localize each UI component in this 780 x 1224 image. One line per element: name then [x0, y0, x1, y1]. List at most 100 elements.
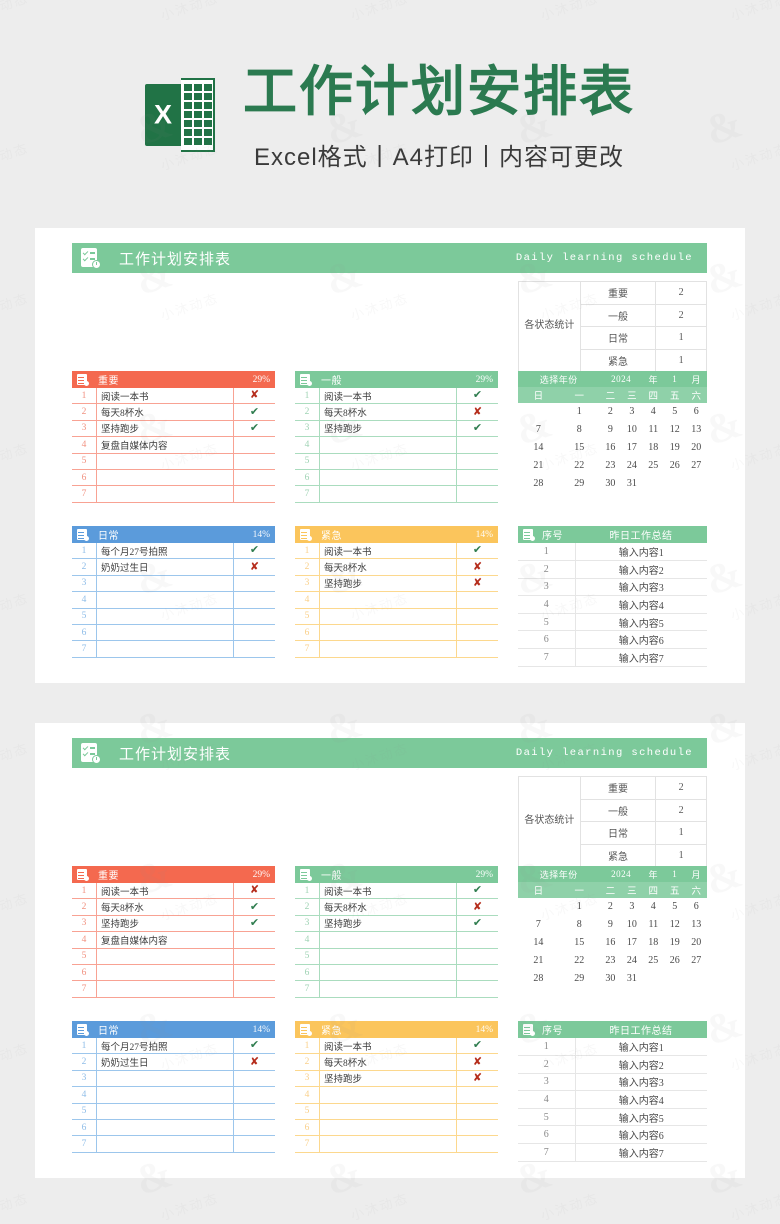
task-text[interactable]: 复盘自媒体内容 [96, 932, 233, 948]
task-text[interactable]: 阅读一本书 [319, 1038, 456, 1054]
summary-text[interactable]: 输入内容1 [575, 1038, 707, 1057]
table-row[interactable]: 7 输入内容7 [518, 1143, 707, 1162]
task-status-mark[interactable] [233, 948, 275, 964]
task-text[interactable] [319, 932, 456, 948]
calendar-day[interactable]: 2 [600, 898, 621, 916]
calendar-day[interactable]: 19 [664, 934, 685, 952]
table-row[interactable]: 2 输入内容2 [518, 1055, 707, 1074]
task-row[interactable]: 5 [72, 1103, 275, 1120]
calendar-day[interactable]: 15 [559, 934, 600, 952]
task-row[interactable]: 5 [295, 608, 498, 625]
task-row[interactable]: 1 阅读一本书 ✔ [295, 543, 498, 560]
calendar-day[interactable]: 17 [621, 439, 642, 457]
calendar-day[interactable]: 19 [664, 439, 685, 457]
task-row[interactable]: 4 [295, 1087, 498, 1104]
calendar-day[interactable]: 17 [621, 934, 642, 952]
task-text[interactable]: 阅读一本书 [319, 543, 456, 559]
task-text[interactable]: 每天8杯水 [319, 899, 456, 915]
summary-text[interactable]: 输入内容4 [575, 595, 707, 614]
task-text[interactable] [319, 437, 456, 453]
task-status-mark[interactable]: ✘ [456, 899, 498, 915]
task-status-mark[interactable] [233, 981, 275, 997]
table-row[interactable]: 4 输入内容4 [518, 595, 707, 614]
calendar-day[interactable]: 3 [621, 403, 642, 421]
calendar-day[interactable]: 27 [686, 951, 708, 969]
table-row[interactable]: 6 输入内容6 [518, 1125, 707, 1145]
calendar-day[interactable]: 26 [664, 456, 685, 474]
calendar-day[interactable]: 22 [559, 951, 600, 969]
calendar-year-value[interactable]: 2024 [599, 371, 643, 387]
calendar-day[interactable]: 18 [643, 439, 664, 457]
table-row[interactable]: 7 输入内容7 [518, 648, 707, 667]
task-text[interactable] [96, 486, 233, 502]
calendar-day[interactable]: 27 [686, 456, 708, 474]
task-status-mark[interactable] [456, 1087, 498, 1103]
task-row[interactable]: 6 [295, 624, 498, 642]
task-text[interactable]: 坚持跑步 [96, 915, 233, 932]
summary-text[interactable]: 输入内容5 [575, 1108, 707, 1127]
task-row[interactable]: 7 [72, 641, 275, 658]
task-status-mark[interactable]: ✘ [233, 1054, 275, 1070]
task-text[interactable] [319, 453, 456, 469]
calendar-day[interactable]: 2 [600, 403, 621, 421]
task-status-mark[interactable] [456, 641, 498, 657]
table-row[interactable]: 5 输入内容5 [518, 613, 707, 632]
calendar-day[interactable]: 7 [518, 916, 559, 934]
task-status-mark[interactable] [233, 1119, 275, 1136]
task-status-mark[interactable]: ✔ [233, 899, 275, 915]
calendar-day[interactable]: 11 [643, 421, 664, 439]
task-status-mark[interactable]: ✘ [456, 404, 498, 420]
summary-text[interactable]: 输入内容2 [575, 560, 707, 579]
task-status-mark[interactable] [456, 592, 498, 608]
calendar-day[interactable]: 26 [664, 951, 685, 969]
task-status-mark[interactable] [456, 469, 498, 486]
task-row[interactable]: 7 [295, 641, 498, 658]
task-status-mark[interactable] [233, 624, 275, 641]
task-row[interactable]: 3 坚持跑步 ✔ [295, 915, 498, 933]
task-status-mark[interactable] [456, 981, 498, 997]
summary-text[interactable]: 输入内容6 [575, 1125, 707, 1145]
task-text[interactable]: 阅读一本书 [319, 388, 456, 404]
task-row[interactable]: 1 阅读一本书 ✔ [295, 1038, 498, 1055]
task-status-mark[interactable] [456, 486, 498, 502]
calendar-day[interactable]: 20 [686, 439, 708, 457]
calendar-day[interactable]: 21 [518, 456, 559, 474]
calendar-day[interactable]: 11 [643, 916, 664, 934]
task-row[interactable]: 1 每个月27号拍照 ✔ [72, 1038, 275, 1055]
task-status-mark[interactable]: ✔ [233, 915, 275, 932]
task-text[interactable]: 奶奶过生日 [96, 1054, 233, 1070]
task-status-mark[interactable] [233, 1087, 275, 1103]
calendar-day[interactable]: 30 [600, 474, 621, 492]
task-status-mark[interactable]: ✔ [456, 915, 498, 932]
task-status-mark[interactable]: ✔ [233, 1038, 275, 1054]
task-text[interactable]: 复盘自媒体内容 [96, 437, 233, 453]
table-row[interactable]: 3 输入内容3 [518, 578, 707, 597]
task-text[interactable] [319, 964, 456, 981]
task-text[interactable] [96, 641, 233, 657]
task-row[interactable]: 1 每个月27号拍照 ✔ [72, 543, 275, 560]
calendar-day[interactable]: 29 [559, 969, 600, 987]
calendar-day[interactable]: 6 [686, 898, 708, 916]
task-text[interactable] [319, 1103, 456, 1119]
calendar-day[interactable]: 25 [643, 456, 664, 474]
task-text[interactable]: 每天8杯水 [319, 404, 456, 420]
calendar-day[interactable]: 22 [559, 456, 600, 474]
calendar-day[interactable]: 23 [600, 951, 621, 969]
task-text[interactable]: 坚持跑步 [319, 915, 456, 932]
task-row[interactable]: 7 [72, 981, 275, 998]
task-row[interactable]: 2 每天8杯水 ✔ [72, 404, 275, 421]
task-text[interactable] [96, 608, 233, 624]
task-row[interactable]: 3 坚持跑步 ✔ [295, 420, 498, 438]
task-text[interactable] [96, 1103, 233, 1119]
summary-text[interactable]: 输入内容3 [575, 1073, 707, 1092]
calendar-year-value[interactable]: 2024 [599, 866, 643, 882]
calendar-day[interactable]: 31 [621, 474, 642, 492]
task-status-mark[interactable]: ✘ [456, 1054, 498, 1070]
calendar-day[interactable]: 12 [664, 421, 685, 439]
task-text[interactable] [96, 964, 233, 981]
task-status-mark[interactable]: ✘ [233, 559, 275, 575]
task-text[interactable] [319, 948, 456, 964]
calendar-day[interactable]: 5 [664, 898, 685, 916]
task-row[interactable]: 2 每天8杯水 ✘ [295, 1054, 498, 1071]
task-status-mark[interactable] [233, 964, 275, 981]
